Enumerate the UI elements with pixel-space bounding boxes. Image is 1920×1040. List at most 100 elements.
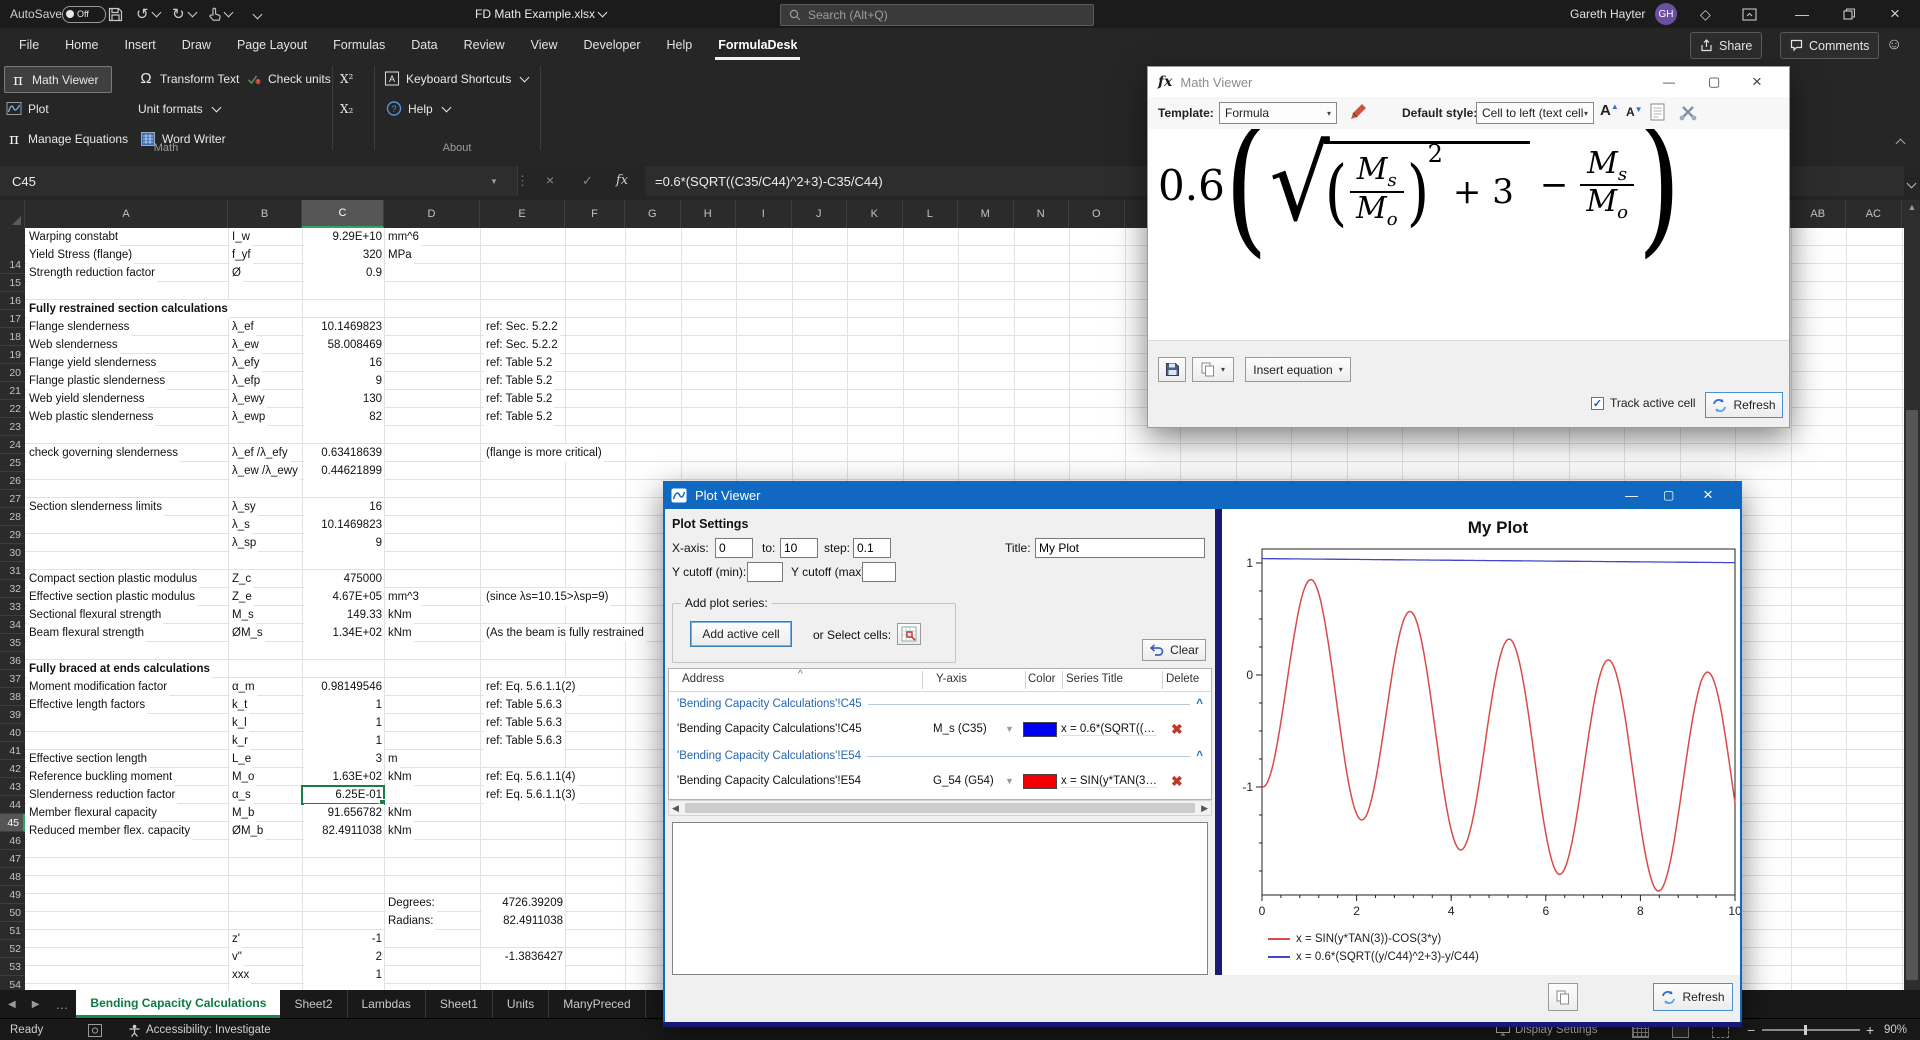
vertical-scrollbar[interactable]: ▲ (1904, 200, 1920, 990)
plot-viewer-minimize-button[interactable]: — (1625, 488, 1638, 503)
cell-B39[interactable]: α_m (230, 678, 257, 696)
cell-C36[interactable]: 1.34E+02 (304, 624, 384, 642)
cell-B26[interactable]: λ_ef /λ_efy (230, 444, 290, 462)
subscript-button[interactable]: X₂ (340, 96, 353, 121)
notes-document-icon[interactable] (1650, 103, 1666, 122)
row-header-18[interactable]: 18 (0, 328, 25, 346)
select-cells-button[interactable] (897, 623, 921, 645)
autosave-toggle[interactable]: Off (62, 0, 106, 28)
cell-C40[interactable]: 1 (304, 696, 384, 714)
cell-A46[interactable]: Member flexural capacity (27, 804, 159, 822)
row-header-44[interactable]: 44 (0, 796, 25, 814)
track-active-cell-checkbox[interactable]: ✓ (1591, 396, 1604, 410)
document-title[interactable]: FD Math Example.xlsx (475, 0, 608, 28)
cell-D46[interactable]: kNm (386, 804, 414, 822)
series-table-header-delete[interactable]: Delete (1166, 673, 1199, 685)
ribbon-display-options-button[interactable] (1742, 0, 1757, 28)
cell-C30[interactable]: 10.1469823 (304, 516, 384, 534)
row-header-40[interactable]: 40 (0, 724, 25, 742)
row-header-27[interactable]: 27 (0, 490, 25, 508)
zoom-slider-thumb[interactable] (1804, 1025, 1807, 1035)
cell-B55[interactable]: xxx (230, 966, 252, 984)
row-header-29[interactable]: 29 (0, 526, 25, 544)
cell-B22[interactable]: λ_efp (230, 372, 263, 390)
series-title-cell[interactable]: x = SIN(y*TAN(3))-COS(3*y) (1061, 775, 1157, 788)
series-color-swatch[interactable] (1023, 722, 1057, 737)
customize-quick-access-button[interactable] (250, 0, 263, 28)
cell-D36[interactable]: kNm (386, 624, 414, 642)
cell-C42[interactable]: 1 (304, 732, 384, 750)
cell-D14[interactable]: mm^6 (386, 228, 421, 246)
cell-A19[interactable]: Flange slenderness (27, 318, 132, 336)
cell-C43[interactable]: 3 (304, 750, 384, 768)
ribbon-tab-draw[interactable]: Draw (169, 28, 224, 62)
cell-A22[interactable]: Flange plastic slenderness (27, 372, 168, 390)
cell-A40[interactable]: Effective length factors (27, 696, 148, 714)
series-table-header-y-axis[interactable]: Y-axis (936, 673, 967, 685)
row-header-35[interactable]: 35 (0, 634, 25, 652)
row-header-33[interactable]: 33 (0, 598, 25, 616)
ycutoff-min-input[interactable] (747, 562, 783, 582)
enter-formula-button[interactable]: ✓ (582, 173, 593, 189)
save-button[interactable] (108, 0, 123, 28)
cell-A33[interactable]: Compact section plastic modulus (27, 570, 200, 588)
cell-C24[interactable]: 82 (304, 408, 384, 426)
series-table-header-address[interactable]: Address (682, 673, 724, 685)
cell-D15[interactable]: MPa (386, 246, 414, 264)
collapse-group-icon[interactable]: ^ (1196, 698, 1203, 710)
series-address[interactable]: 'Bending Capacity Calculations'!C45 (677, 723, 862, 735)
user-name[interactable]: Gareth Hayter (1570, 0, 1645, 28)
ribbon-tab-page-layout[interactable]: Page Layout (224, 28, 320, 62)
row-header-25[interactable]: 25 (0, 454, 25, 472)
name-box[interactable]: C45 ▼ (0, 166, 518, 196)
row-header-48[interactable]: 48 (0, 868, 25, 886)
delete-series-button[interactable]: ✖ (1171, 773, 1183, 790)
save-equation-button[interactable] (1158, 357, 1186, 382)
ribbon-tab-insert[interactable]: Insert (112, 28, 169, 62)
cell-B21[interactable]: λ_efy (230, 354, 262, 372)
math-viewer-refresh-button[interactable]: Refresh (1705, 392, 1783, 418)
column-header-N[interactable]: N (1014, 200, 1069, 228)
copy-plot-button[interactable] (1548, 983, 1578, 1011)
cell-B27[interactable]: λ_ew /λ_ewy (230, 462, 300, 480)
decrease-font-button[interactable]: A▼ (1626, 105, 1643, 119)
column-header-L[interactable]: L (903, 200, 958, 228)
minimize-window-button[interactable]: — (1795, 0, 1809, 28)
selected-cell-C45[interactable] (301, 785, 386, 806)
cell-C16[interactable]: 0.9 (304, 264, 384, 282)
cell-C44[interactable]: 1.63E+02 (304, 768, 384, 786)
cell-B24[interactable]: λ_ewp (230, 408, 268, 426)
cell-C31[interactable]: 9 (304, 534, 384, 552)
ribbon-tab-help[interactable]: Help (654, 28, 706, 62)
cell-A39[interactable]: Moment modification factor (27, 678, 170, 696)
scroll-up-arrow-icon[interactable]: ▲ (1904, 202, 1920, 212)
user-avatar[interactable]: GH (1655, 0, 1677, 28)
ribbon-tab-data[interactable]: Data (398, 28, 450, 62)
cell-B20[interactable]: λ_ew (230, 336, 261, 354)
row-header-47[interactable]: 47 (0, 850, 25, 868)
cell-D34[interactable]: mm^3 (386, 588, 421, 606)
cell-A38[interactable]: Fully braced at ends calculations (27, 660, 212, 678)
ribbon-tab-view[interactable]: View (518, 28, 571, 62)
row-header-14[interactable]: 14 (0, 256, 25, 274)
sheet-list-ellipsis[interactable]: … (47, 990, 76, 1018)
cell-C22[interactable]: 9 (304, 372, 384, 390)
math-viewer-maximize-button[interactable]: ▢ (1708, 74, 1720, 90)
plot-ribbon-button[interactable]: Plot (6, 96, 49, 121)
cell-A26[interactable]: check governing slenderness (27, 444, 180, 462)
cell-C27[interactable]: 0.44621899 (304, 462, 384, 480)
cell-B31[interactable]: λ_sp (230, 534, 259, 552)
zoom-in-button[interactable]: + (1866, 1019, 1874, 1040)
row-header-49[interactable]: 49 (0, 886, 25, 904)
close-window-button[interactable]: × (1890, 0, 1900, 28)
cancel-formula-button[interactable]: × (546, 172, 554, 188)
cell-B36[interactable]: ØM_s (230, 624, 265, 642)
cell-B47[interactable]: ØM_b (230, 822, 266, 840)
cell-B45[interactable]: α_s (230, 786, 253, 804)
ribbon-tab-home[interactable]: Home (52, 28, 111, 62)
delete-series-button[interactable]: ✖ (1171, 721, 1183, 738)
cell-E52[interactable]: 82.4911038 (482, 912, 565, 930)
cell-B29[interactable]: λ_sy (230, 498, 258, 516)
cell-A15[interactable]: Yield Stress (flange) (27, 246, 135, 264)
series-address[interactable]: 'Bending Capacity Calculations'!E54 (677, 775, 861, 787)
